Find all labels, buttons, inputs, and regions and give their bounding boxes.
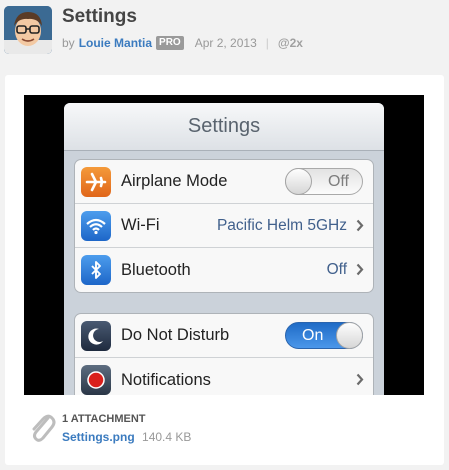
ios-settings-screen: Settings Airplane Mode Off Wi-Fi Pacific…	[64, 103, 384, 395]
ios-row-do-not-disturb: Do Not Disturb On	[75, 314, 373, 358]
ios-row-notifications: Notifications	[75, 358, 373, 395]
ios-row-label: Bluetooth	[121, 260, 191, 279]
attachment-link[interactable]: Settings.png	[62, 430, 135, 444]
shot-card: Settings Airplane Mode Off Wi-Fi Pacific…	[5, 75, 444, 465]
ios-row-wifi: Wi-Fi Pacific Helm 5GHz	[75, 204, 373, 248]
byline-prefix: by	[62, 36, 75, 50]
ios-settings-group-1: Airplane Mode Off Wi-Fi Pacific Helm 5GH…	[74, 159, 374, 293]
ios-nav-title: Settings	[187, 115, 261, 137]
bluetooth-icon	[81, 255, 111, 285]
byline-separator: |	[265, 36, 269, 50]
chevron-right-icon	[356, 263, 364, 276]
paperclip-icon	[32, 414, 56, 442]
toggle-knob	[285, 168, 312, 195]
notifications-icon	[81, 365, 111, 395]
ios-row-label: Notifications	[121, 370, 211, 389]
resolution-tag: @2x	[277, 36, 303, 50]
attachment-size: 140.4 KB	[142, 430, 192, 444]
chevron-right-icon	[356, 373, 364, 386]
byline: by Louie Mantia PRO Apr 2, 2013 | @2x	[62, 35, 303, 51]
author-link[interactable]: Louie Mantia	[79, 36, 152, 50]
shot-image[interactable]: Settings Airplane Mode Off Wi-Fi Pacific…	[24, 95, 424, 395]
ios-row-label: Wi-Fi	[121, 216, 160, 234]
moon-icon	[81, 321, 111, 351]
shot-date: Apr 2, 2013	[194, 36, 257, 50]
wifi-icon	[81, 211, 111, 241]
airplane-icon	[81, 167, 111, 197]
avatar[interactable]	[4, 6, 52, 54]
attachment-count: 1 ATTACHMENT	[62, 413, 146, 425]
ios-row-airplane-mode: Airplane Mode Off	[75, 160, 373, 204]
ios-row-label: Do Not Disturb	[121, 326, 230, 344]
ios-navbar: Settings	[64, 103, 384, 151]
avatar-illustration	[4, 6, 52, 54]
chevron-right-icon	[356, 219, 364, 232]
ios-row-value: Off	[326, 261, 347, 278]
ios-row-label: Airplane Mode	[121, 172, 228, 190]
page-title[interactable]: Settings	[62, 6, 137, 28]
ios-row-bluetooth: Bluetooth Off	[75, 248, 373, 292]
attachment-file: Settings.png 140.4 KB	[62, 430, 191, 444]
pro-badge[interactable]: PRO	[156, 36, 184, 50]
toggle-label: On	[302, 327, 324, 344]
toggle-knob	[336, 322, 363, 349]
do-not-disturb-toggle: On	[285, 322, 363, 349]
ios-settings-group-2: Do Not Disturb On Notifications	[74, 313, 374, 395]
toggle-label: Off	[327, 173, 349, 190]
ios-row-value: Pacific Helm 5GHz	[216, 216, 347, 234]
airplane-mode-toggle: Off	[285, 168, 363, 195]
